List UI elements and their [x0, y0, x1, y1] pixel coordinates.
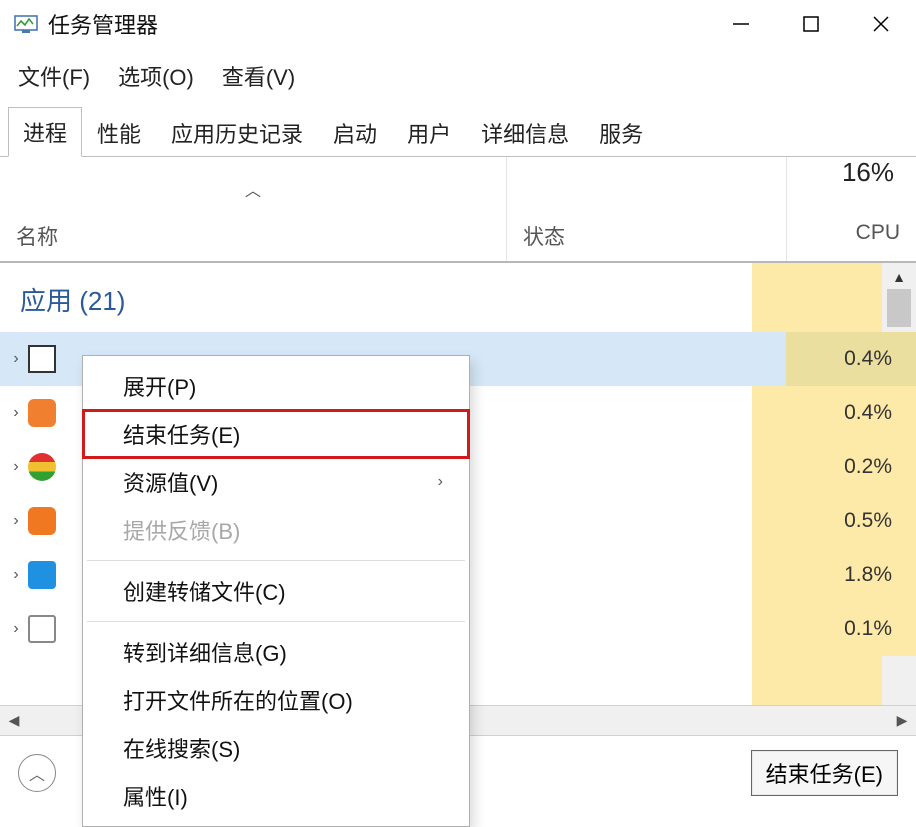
app-icon	[28, 561, 56, 589]
title-bar: 任务管理器	[0, 0, 916, 48]
cpu-total-header: 16%	[786, 157, 916, 211]
expand-chevron-icon[interactable]: ›	[0, 458, 22, 476]
minimize-button[interactable]	[706, 0, 776, 48]
ctx-feedback: 提供反馈(B)	[83, 506, 469, 554]
ctx-open-file-location[interactable]: 打开文件所在的位置(O)	[83, 676, 469, 724]
app-icon	[28, 507, 56, 535]
maximize-button[interactable]	[776, 0, 846, 48]
column-name[interactable]: 名称	[0, 211, 506, 261]
ctx-separator	[87, 560, 465, 561]
chevron-up-icon: ︿	[29, 761, 45, 785]
ctx-go-to-details[interactable]: 转到详细信息(G)	[83, 628, 469, 676]
expand-chevron-icon[interactable]: ›	[0, 404, 22, 422]
window-title: 任务管理器	[48, 8, 158, 40]
scroll-thumb[interactable]	[887, 289, 911, 327]
column-status[interactable]: 状态	[506, 211, 786, 261]
tab-services[interactable]: 服务	[584, 108, 658, 157]
cpu-cell: 0.1%	[786, 602, 916, 656]
scroll-up-icon[interactable]: ▲	[892, 263, 906, 285]
scroll-left-icon[interactable]: ◀	[0, 712, 28, 729]
submenu-arrow-icon: ›	[438, 473, 443, 491]
tab-processes[interactable]: 进程	[8, 107, 82, 157]
cpu-cell: 0.2%	[786, 440, 916, 494]
column-header-sort-caret: ︿ 16%	[0, 157, 916, 211]
tab-users[interactable]: 用户	[392, 108, 466, 157]
ctx-expand[interactable]: 展开(P)	[83, 362, 469, 410]
ctx-end-task[interactable]: 结束任务(E)	[83, 410, 469, 458]
tab-performance[interactable]: 性能	[82, 108, 156, 157]
app-icon	[28, 399, 56, 427]
ctx-create-dump[interactable]: 创建转储文件(C)	[83, 567, 469, 615]
cpu-cell: 0.5%	[786, 494, 916, 548]
scroll-right-icon[interactable]: ▶	[888, 712, 916, 729]
expand-chevron-icon[interactable]: ›	[0, 566, 22, 584]
app-icon	[28, 615, 56, 643]
close-button[interactable]	[846, 0, 916, 48]
cpu-cell: 0.4%	[786, 332, 916, 386]
end-task-button[interactable]: 结束任务(E)	[751, 750, 898, 796]
ctx-resource-values[interactable]: 资源值(V) ›	[83, 458, 469, 506]
fewer-details-button[interactable]: ︿	[18, 754, 56, 792]
column-headers: 名称 状态 CPU	[0, 211, 916, 263]
app-icon	[28, 453, 56, 481]
menu-options[interactable]: 选项(O)	[118, 60, 194, 92]
app-icon	[14, 12, 38, 36]
cpu-cell: 1.8%	[786, 548, 916, 602]
tab-details[interactable]: 详细信息	[466, 108, 584, 157]
context-menu: 展开(P) 结束任务(E) 资源值(V) › 提供反馈(B) 创建转储文件(C)…	[82, 355, 470, 827]
menu-bar: 文件(F) 选项(O) 查看(V)	[0, 48, 916, 106]
menu-file[interactable]: 文件(F)	[18, 60, 90, 92]
group-apps-header[interactable]: 应用 (21)	[0, 263, 916, 332]
tab-bar: 进程 性能 应用历史记录 启动 用户 详细信息 服务	[0, 106, 916, 157]
ctx-search-online[interactable]: 在线搜索(S)	[83, 724, 469, 772]
ctx-resource-values-label: 资源值(V)	[123, 466, 218, 498]
expand-chevron-icon[interactable]: ›	[0, 350, 22, 368]
tab-startup[interactable]: 启动	[318, 108, 392, 157]
ctx-properties[interactable]: 属性(I)	[83, 772, 469, 820]
ctx-separator	[87, 621, 465, 622]
column-cpu[interactable]: CPU	[786, 211, 916, 261]
tab-app-history[interactable]: 应用历史记录	[156, 108, 318, 157]
app-icon	[28, 345, 56, 373]
expand-chevron-icon[interactable]: ›	[0, 620, 22, 638]
cpu-cell: 0.4%	[786, 386, 916, 440]
menu-view[interactable]: 查看(V)	[222, 60, 295, 92]
expand-chevron-icon[interactable]: ›	[0, 512, 22, 530]
sort-caret-icon[interactable]: ︿	[16, 167, 490, 201]
